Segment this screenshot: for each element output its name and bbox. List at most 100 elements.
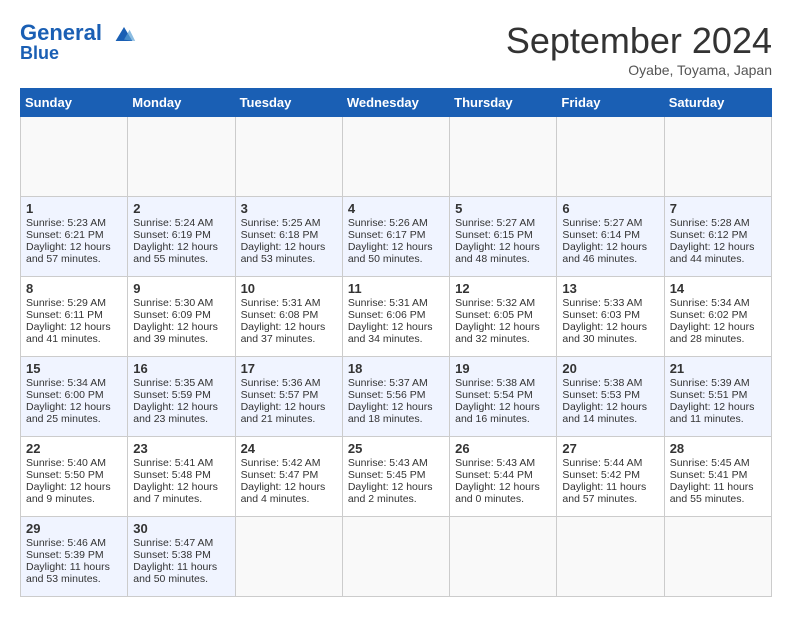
calendar-cell: 13Sunrise: 5:33 AMSunset: 6:03 PMDayligh… (557, 277, 664, 357)
day-number: 25 (348, 441, 444, 456)
sunrise-text: Sunrise: 5:44 AM (562, 457, 642, 469)
calendar-cell: 9Sunrise: 5:30 AMSunset: 6:09 PMDaylight… (128, 277, 235, 357)
sunset-text: Sunset: 6:21 PM (26, 229, 104, 241)
location: Oyabe, Toyama, Japan (506, 62, 772, 78)
sunrise-text: Sunrise: 5:41 AM (133, 457, 213, 469)
sunset-text: Sunset: 5:42 PM (562, 469, 640, 481)
daylight-text: Daylight: 12 hours and 23 minutes. (133, 401, 218, 425)
day-number: 20 (562, 361, 658, 376)
sunset-text: Sunset: 6:14 PM (562, 229, 640, 241)
day-number: 4 (348, 201, 444, 216)
sunset-text: Sunset: 6:08 PM (241, 309, 319, 321)
daylight-text: Daylight: 12 hours and 44 minutes. (670, 241, 755, 265)
sunset-text: Sunset: 5:51 PM (670, 389, 748, 401)
calendar-cell: 4Sunrise: 5:26 AMSunset: 6:17 PMDaylight… (342, 197, 449, 277)
sunset-text: Sunset: 5:38 PM (133, 549, 211, 561)
calendar-cell (235, 117, 342, 197)
daylight-text: Daylight: 11 hours and 53 minutes. (26, 561, 110, 585)
month-title: September 2024 (506, 20, 772, 62)
calendar-cell: 14Sunrise: 5:34 AMSunset: 6:02 PMDayligh… (664, 277, 771, 357)
sunset-text: Sunset: 5:39 PM (26, 549, 104, 561)
calendar-cell: 26Sunrise: 5:43 AMSunset: 5:44 PMDayligh… (450, 437, 557, 517)
day-number: 11 (348, 281, 444, 296)
calendar-cell (557, 117, 664, 197)
day-number: 14 (670, 281, 766, 296)
sunset-text: Sunset: 5:48 PM (133, 469, 211, 481)
daylight-text: Daylight: 12 hours and 11 minutes. (670, 401, 755, 425)
calendar-cell: 15Sunrise: 5:34 AMSunset: 6:00 PMDayligh… (21, 357, 128, 437)
sunrise-text: Sunrise: 5:32 AM (455, 297, 535, 309)
calendar-cell: 8Sunrise: 5:29 AMSunset: 6:11 PMDaylight… (21, 277, 128, 357)
daylight-text: Daylight: 12 hours and 57 minutes. (26, 241, 111, 265)
day-number: 27 (562, 441, 658, 456)
day-number: 1 (26, 201, 122, 216)
sunset-text: Sunset: 5:57 PM (241, 389, 319, 401)
daylight-text: Daylight: 12 hours and 32 minutes. (455, 321, 540, 345)
calendar-cell: 5Sunrise: 5:27 AMSunset: 6:15 PMDaylight… (450, 197, 557, 277)
sunrise-text: Sunrise: 5:42 AM (241, 457, 321, 469)
sunrise-text: Sunrise: 5:38 AM (455, 377, 535, 389)
daylight-text: Daylight: 12 hours and 37 minutes. (241, 321, 326, 345)
calendar-cell: 21Sunrise: 5:39 AMSunset: 5:51 PMDayligh… (664, 357, 771, 437)
logo: General Blue (20, 20, 138, 64)
sunset-text: Sunset: 6:12 PM (670, 229, 748, 241)
day-number: 6 (562, 201, 658, 216)
calendar-cell (450, 517, 557, 597)
sunrise-text: Sunrise: 5:26 AM (348, 217, 428, 229)
sunset-text: Sunset: 6:05 PM (455, 309, 533, 321)
sunrise-text: Sunrise: 5:34 AM (26, 377, 106, 389)
calendar-cell: 28Sunrise: 5:45 AMSunset: 5:41 PMDayligh… (664, 437, 771, 517)
day-number: 8 (26, 281, 122, 296)
day-number: 5 (455, 201, 551, 216)
sunset-text: Sunset: 5:41 PM (670, 469, 748, 481)
calendar-cell: 19Sunrise: 5:38 AMSunset: 5:54 PMDayligh… (450, 357, 557, 437)
calendar-cell: 25Sunrise: 5:43 AMSunset: 5:45 PMDayligh… (342, 437, 449, 517)
day-number: 17 (241, 361, 337, 376)
sunset-text: Sunset: 6:11 PM (26, 309, 103, 321)
sunset-text: Sunset: 6:17 PM (348, 229, 426, 241)
sunset-text: Sunset: 6:15 PM (455, 229, 533, 241)
day-number: 26 (455, 441, 551, 456)
sunset-text: Sunset: 5:44 PM (455, 469, 533, 481)
day-number: 16 (133, 361, 229, 376)
header-tuesday: Tuesday (235, 89, 342, 117)
calendar-cell: 11Sunrise: 5:31 AMSunset: 6:06 PMDayligh… (342, 277, 449, 357)
day-number: 29 (26, 521, 122, 536)
sunrise-text: Sunrise: 5:38 AM (562, 377, 642, 389)
sunrise-text: Sunrise: 5:31 AM (348, 297, 428, 309)
day-number: 28 (670, 441, 766, 456)
day-number: 2 (133, 201, 229, 216)
daylight-text: Daylight: 12 hours and 50 minutes. (348, 241, 433, 265)
calendar-cell: 1Sunrise: 5:23 AMSunset: 6:21 PMDaylight… (21, 197, 128, 277)
calendar-week-row: 1Sunrise: 5:23 AMSunset: 6:21 PMDaylight… (21, 197, 772, 277)
calendar-cell (21, 117, 128, 197)
sunset-text: Sunset: 5:59 PM (133, 389, 211, 401)
sunrise-text: Sunrise: 5:25 AM (241, 217, 321, 229)
day-number: 23 (133, 441, 229, 456)
calendar-cell: 12Sunrise: 5:32 AMSunset: 6:05 PMDayligh… (450, 277, 557, 357)
day-number: 7 (670, 201, 766, 216)
sunrise-text: Sunrise: 5:24 AM (133, 217, 213, 229)
calendar-cell: 7Sunrise: 5:28 AMSunset: 6:12 PMDaylight… (664, 197, 771, 277)
daylight-text: Daylight: 12 hours and 7 minutes. (133, 481, 218, 505)
sunset-text: Sunset: 5:47 PM (241, 469, 319, 481)
calendar-week-row: 8Sunrise: 5:29 AMSunset: 6:11 PMDaylight… (21, 277, 772, 357)
sunset-text: Sunset: 6:03 PM (562, 309, 640, 321)
calendar-cell (664, 117, 771, 197)
header-saturday: Saturday (664, 89, 771, 117)
sunrise-text: Sunrise: 5:43 AM (455, 457, 535, 469)
header-wednesday: Wednesday (342, 89, 449, 117)
title-section: September 2024 Oyabe, Toyama, Japan (506, 20, 772, 78)
daylight-text: Daylight: 12 hours and 41 minutes. (26, 321, 111, 345)
sunset-text: Sunset: 5:56 PM (348, 389, 426, 401)
sunrise-text: Sunrise: 5:30 AM (133, 297, 213, 309)
sunrise-text: Sunrise: 5:27 AM (562, 217, 642, 229)
daylight-text: Daylight: 11 hours and 50 minutes. (133, 561, 217, 585)
daylight-text: Daylight: 12 hours and 55 minutes. (133, 241, 218, 265)
page-header: General Blue September 2024 Oyabe, Toyam… (20, 20, 772, 78)
sunrise-text: Sunrise: 5:39 AM (670, 377, 750, 389)
sunrise-text: Sunrise: 5:29 AM (26, 297, 106, 309)
sunrise-text: Sunrise: 5:28 AM (670, 217, 750, 229)
day-number: 19 (455, 361, 551, 376)
day-number: 22 (26, 441, 122, 456)
